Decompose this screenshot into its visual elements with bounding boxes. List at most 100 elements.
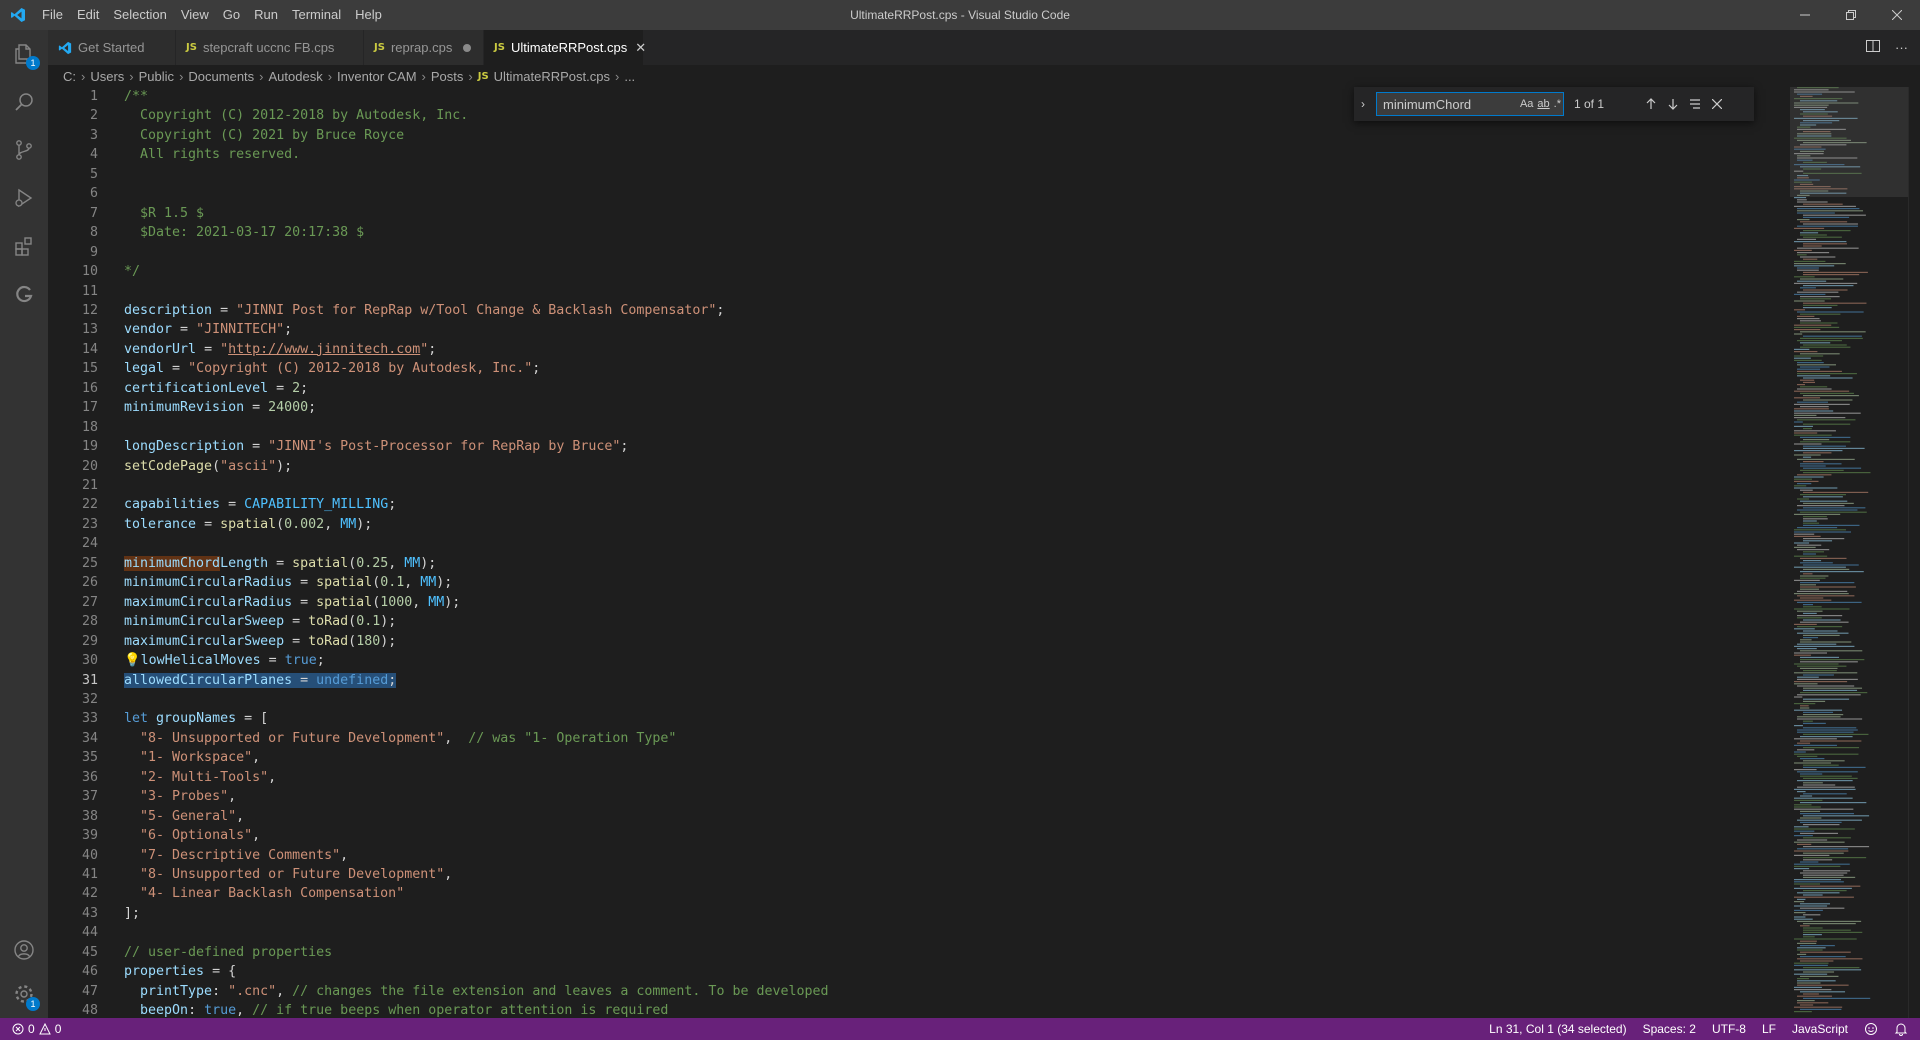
encoding[interactable]: UTF-8: [1704, 1022, 1754, 1036]
code-line[interactable]: 13 vendor = "JINNITECH";: [48, 320, 1788, 339]
code-line[interactable]: 40 "7- Descriptive Comments",: [48, 846, 1788, 865]
end-of-line[interactable]: LF: [1754, 1022, 1784, 1036]
tab-stepcraft[interactable]: JS stepcraft uccnc FB.cps: [176, 30, 364, 65]
code-editor[interactable]: 1 /** 2 Copyright (C) 2012-2018 by Autodes…: [48, 87, 1920, 1018]
code-line[interactable]: 16 certificationLevel = 2;: [48, 379, 1788, 398]
menu-edit[interactable]: Edit: [70, 0, 106, 30]
code-line[interactable]: 31 allowedCircularPlanes = undefined;: [48, 671, 1788, 690]
code-line[interactable]: 11: [48, 282, 1788, 301]
code-line[interactable]: 6: [48, 184, 1788, 203]
gitlens-icon[interactable]: [0, 270, 48, 318]
menu-view[interactable]: View: [174, 0, 216, 30]
find-in-selection-icon[interactable]: [1684, 93, 1706, 115]
code-line[interactable]: 12 description = "JINNI Post for RepRap w…: [48, 301, 1788, 320]
search-icon[interactable]: [0, 78, 48, 126]
code-line[interactable]: 5: [48, 165, 1788, 184]
code-line[interactable]: 17 minimumRevision = 24000;: [48, 398, 1788, 417]
code-line[interactable]: 34 "8- Unsupported or Future Development…: [48, 729, 1788, 748]
menu-help[interactable]: Help: [348, 0, 389, 30]
code-line[interactable]: 47 printType: ".cnc", // changes the fil…: [48, 982, 1788, 1001]
code-line[interactable]: 41 "8- Unsupported or Future Development…: [48, 865, 1788, 884]
accounts-icon[interactable]: [0, 926, 48, 974]
code-line[interactable]: 38 "5- General",: [48, 807, 1788, 826]
breadcrumb-item[interactable]: Users: [90, 69, 124, 84]
code-line[interactable]: 21: [48, 476, 1788, 495]
code-line[interactable]: 10 */: [48, 262, 1788, 281]
code-line[interactable]: 44: [48, 923, 1788, 942]
restore-button[interactable]: [1828, 0, 1874, 30]
breadcrumb-item[interactable]: Documents: [188, 69, 254, 84]
minimap[interactable]: [1790, 87, 1908, 1018]
code-line[interactable]: 23 tolerance = spatial(0.002, MM);: [48, 515, 1788, 534]
close-tab-icon[interactable]: ✕: [635, 40, 646, 56]
breadcrumb-item[interactable]: Inventor CAM: [337, 69, 416, 84]
minimize-button[interactable]: [1782, 0, 1828, 30]
code-line[interactable]: 19 longDescription = "JINNI's Post-Proces…: [48, 437, 1788, 456]
code-line[interactable]: 48 beepOn: true, // if true beeps when o…: [48, 1001, 1788, 1018]
language-mode[interactable]: JavaScript: [1784, 1022, 1856, 1036]
code-line[interactable]: 26 minimumCircularRadius = spatial(0.1, M…: [48, 573, 1788, 592]
code-line[interactable]: 43];: [48, 904, 1788, 923]
cursor-position[interactable]: Ln 31, Col 1 (34 selected): [1481, 1022, 1634, 1036]
code-line[interactable]: 9: [48, 243, 1788, 262]
menu-file[interactable]: File: [35, 0, 70, 30]
code-line[interactable]: 46 properties = {: [48, 962, 1788, 981]
code-line[interactable]: 42 "4- Linear Backlash Compensation": [48, 884, 1788, 903]
code-line[interactable]: 4 All rights reserved.: [48, 145, 1788, 164]
minimap-viewport[interactable]: [1790, 87, 1908, 197]
more-actions-icon[interactable]: ···: [1895, 40, 1908, 55]
breadcrumb-item[interactable]: Autodesk: [269, 69, 323, 84]
toggle-replace-icon[interactable]: ›: [1354, 97, 1372, 111]
find-input[interactable]: minimumChord Aa ab .*: [1376, 92, 1564, 116]
code-line[interactable]: 37 "3- Probes",: [48, 787, 1788, 806]
code-line[interactable]: 27 maximumCircularRadius = spatial(1000, …: [48, 593, 1788, 612]
extensions-icon[interactable]: [0, 222, 48, 270]
menu-run[interactable]: Run: [247, 0, 285, 30]
code-line[interactable]: 45 // user-defined properties: [48, 943, 1788, 962]
notifications-bell-icon[interactable]: [1886, 1022, 1920, 1036]
indentation[interactable]: Spaces: 2: [1635, 1022, 1704, 1036]
code-line[interactable]: 18: [48, 418, 1788, 437]
code-line[interactable]: 35 "1- Workspace",: [48, 748, 1788, 767]
breadcrumb-item[interactable]: Posts: [431, 69, 464, 84]
breadcrumb-item[interactable]: Public: [139, 69, 174, 84]
modified-dot-icon[interactable]: [460, 40, 473, 55]
run-debug-icon[interactable]: [0, 174, 48, 222]
feedback-icon[interactable]: [1856, 1022, 1886, 1036]
breadcrumb-symbol[interactable]: ...: [624, 69, 635, 84]
settings-gear-icon[interactable]: 1: [0, 970, 48, 1018]
menu-go[interactable]: Go: [216, 0, 247, 30]
code-line[interactable]: 8 $Date: 2021-03-17 20:17:38 $: [48, 223, 1788, 242]
previous-match-icon[interactable]: [1640, 93, 1662, 115]
code-line[interactable]: 7 $R 1.5 $: [48, 204, 1788, 223]
tab-get-started[interactable]: Get Started: [48, 30, 176, 65]
code-line[interactable]: 39 "6- Optionals",: [48, 826, 1788, 845]
code-line[interactable]: 14 vendorUrl = "http://www.jinnitech.com"…: [48, 340, 1788, 359]
explorer-icon[interactable]: 1: [0, 30, 48, 78]
split-editor-icon[interactable]: [1865, 38, 1881, 57]
code-line[interactable]: 28 minimumCircularSweep = toRad(0.1);: [48, 612, 1788, 631]
match-case-toggle[interactable]: Aa: [1520, 98, 1533, 110]
code-line[interactable]: 25 minimumChordLength = spatial(0.25, MM)…: [48, 554, 1788, 573]
problems-indicator[interactable]: 0 0: [0, 1022, 69, 1036]
match-word-toggle[interactable]: ab: [1537, 98, 1549, 110]
close-window-button[interactable]: [1874, 0, 1920, 30]
code-line[interactable]: 29 maximumCircularSweep = toRad(180);: [48, 632, 1788, 651]
code-line[interactable]: 36 "2- Multi-Tools",: [48, 768, 1788, 787]
regex-toggle[interactable]: .*: [1554, 98, 1561, 110]
code-line[interactable]: 30 💡lowHelicalMoves = true;: [48, 651, 1788, 670]
next-match-icon[interactable]: [1662, 93, 1684, 115]
breadcrumb-file[interactable]: UltimateRRPost.cps: [494, 69, 610, 84]
code-line[interactable]: 32: [48, 690, 1788, 709]
code-line[interactable]: 3 Copyright (C) 2021 by Bruce Royce: [48, 126, 1788, 145]
breadcrumb-item[interactable]: C:: [63, 69, 76, 84]
code-line[interactable]: 15 legal = "Copyright (C) 2012-2018 by Au…: [48, 359, 1788, 378]
close-find-icon[interactable]: [1706, 93, 1728, 115]
tab-ultimaterrpost[interactable]: JS UltimateRRPost.cps ✕: [484, 30, 646, 65]
tab-reprap[interactable]: JS reprap.cps: [364, 30, 484, 65]
menu-terminal[interactable]: Terminal: [285, 0, 348, 30]
menu-selection[interactable]: Selection: [106, 0, 173, 30]
code-line[interactable]: 24: [48, 534, 1788, 553]
source-control-icon[interactable]: [0, 126, 48, 174]
code-line[interactable]: 33 let groupNames = [: [48, 709, 1788, 728]
